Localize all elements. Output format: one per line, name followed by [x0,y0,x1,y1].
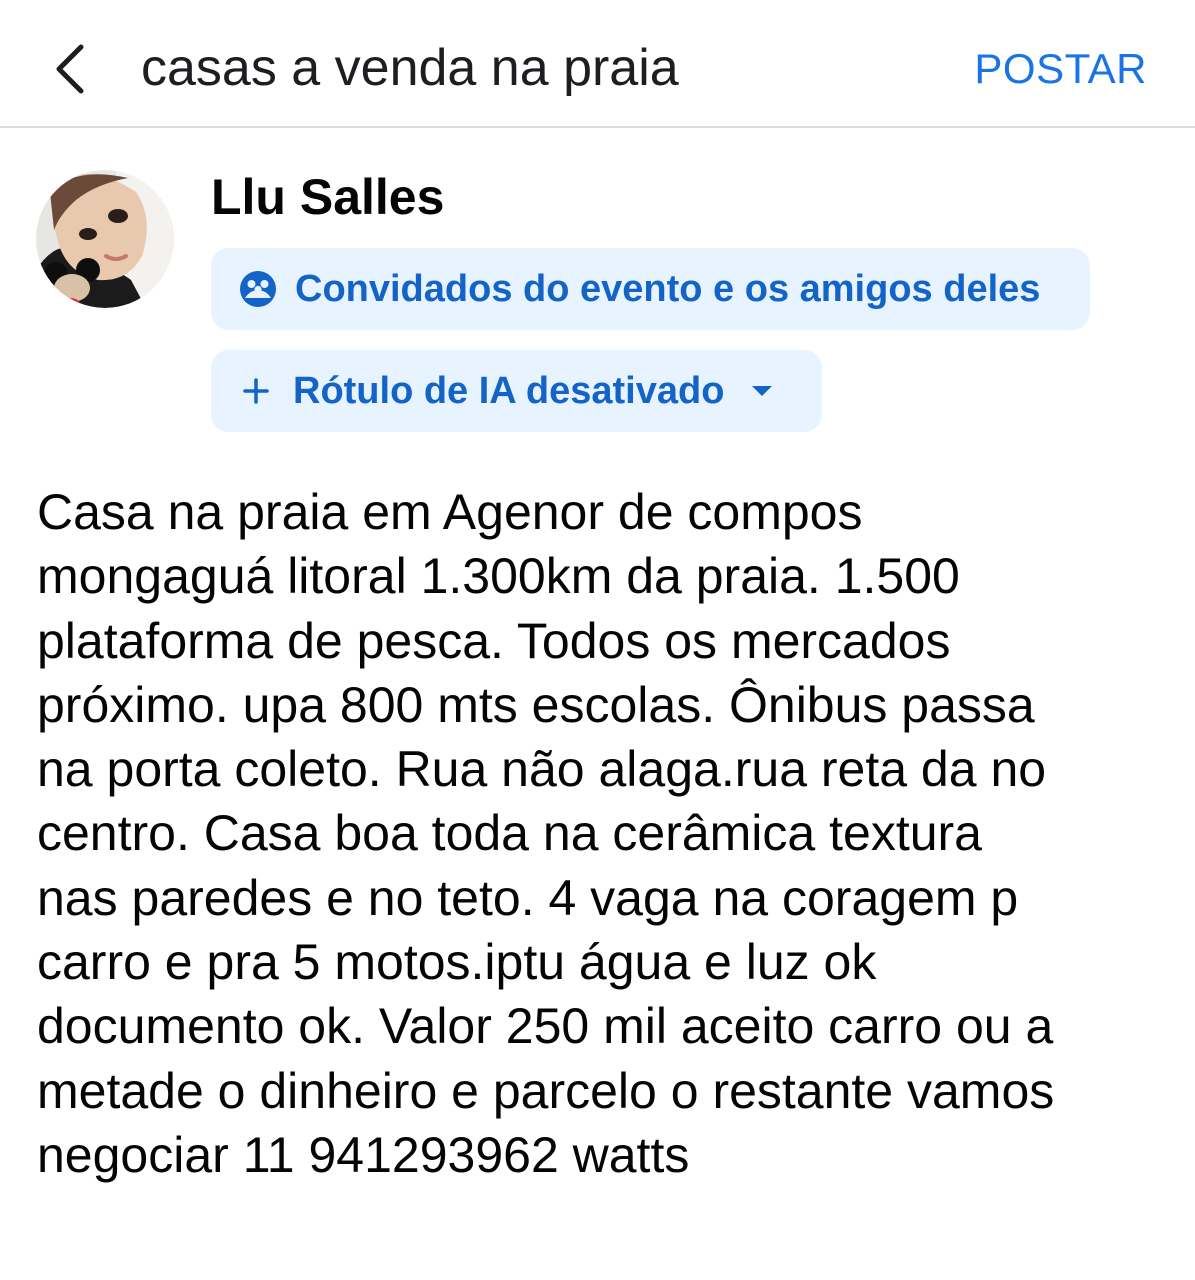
author-name: Llu Salles [211,169,445,225]
audience-selector[interactable]: Convidados do evento e os amigos deles [211,248,1090,330]
page-title: casas a venda na praia [141,39,679,97]
avatar[interactable] [36,170,174,308]
top-bar: casas a venda na praia POSTAR [0,0,1195,128]
profile-photo [36,170,174,308]
post-body[interactable]: Casa na praia em Agenor de compos mongag… [37,480,1177,1187]
group-icon [239,270,277,308]
plus-icon [241,376,271,406]
audience-label: Convidados do evento e os amigos deles [295,268,1041,310]
caret-down-icon [750,383,774,399]
ai-label-selector[interactable]: Rótulo de IA desativado [211,350,822,432]
back-button[interactable] [36,30,106,108]
post-button[interactable]: POSTAR [974,44,1147,94]
chevron-left-icon [56,44,84,94]
ai-label-text: Rótulo de IA desativado [293,370,725,412]
